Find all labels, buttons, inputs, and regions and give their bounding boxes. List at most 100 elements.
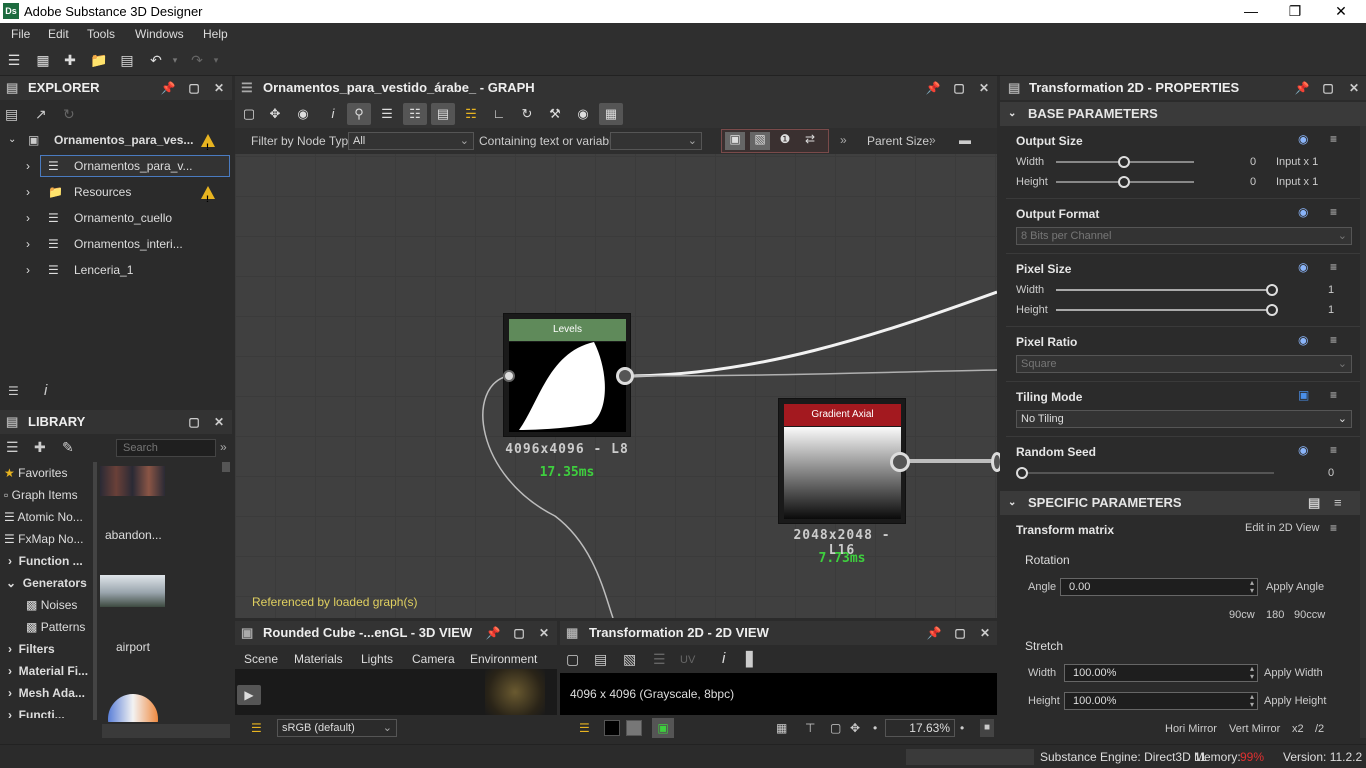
menu-tools[interactable]: Tools — [87, 27, 115, 41]
pixel-width-value[interactable]: 1 — [1328, 284, 1334, 296]
apply-angle-button[interactable]: Apply Angle — [1266, 581, 1324, 593]
open-folder-icon[interactable]: 📁 — [90, 52, 108, 68]
pin-icon[interactable]: 📌 — [160, 76, 176, 100]
float-icon[interactable]: ▢ — [186, 76, 202, 100]
info-icon[interactable]: i — [722, 650, 725, 667]
pencil-icon[interactable]: ✎ — [62, 439, 74, 456]
hori-mirror-button[interactable]: Hori Mirror — [1165, 723, 1217, 735]
minimize-button[interactable]: — — [1228, 1, 1274, 21]
gradient-output-port[interactable] — [890, 452, 910, 472]
new-graph-icon[interactable]: ☰ — [5, 52, 23, 68]
expose-icon[interactable]: ◉ — [1298, 260, 1308, 274]
expose-icon[interactable]: ◉ — [1298, 132, 1308, 146]
float-icon[interactable]: ▢ — [186, 410, 202, 434]
pixel-height-value[interactable]: 1 — [1328, 304, 1334, 316]
rotate-180-button[interactable]: 180 — [1266, 609, 1284, 621]
expose-icon[interactable]: ◉ — [1298, 205, 1308, 219]
tree-view-icon[interactable]: ☰ — [8, 384, 19, 398]
apply-height-button[interactable]: Apply Height — [1264, 695, 1326, 707]
view3d-viewport[interactable]: ▶ — [235, 669, 557, 715]
levels-output-port[interactable] — [616, 367, 634, 385]
output-height-value[interactable]: 0 — [1250, 176, 1256, 188]
thumb-hscrollbar[interactable] — [102, 724, 230, 738]
pin-icon[interactable]: 📌 — [1294, 76, 1310, 100]
node-levels[interactable]: Levels — [503, 313, 631, 437]
new-function-icon[interactable]: ▦ — [34, 52, 52, 68]
library-search-input[interactable] — [116, 439, 216, 457]
stretch-height-input[interactable]: 100.00% ▴ ▾ — [1064, 692, 1258, 710]
thumb-gradient-sphere[interactable] — [108, 694, 158, 722]
menu-windows[interactable]: Windows — [135, 27, 184, 41]
float-icon[interactable]: ▢ — [511, 621, 527, 645]
section-menu-icon[interactable]: ≡ — [1334, 491, 1342, 515]
tiling-icon[interactable]: ⊤ — [805, 721, 815, 735]
expose-icon[interactable]: ◉ — [1298, 333, 1308, 347]
fit-icon[interactable]: ▢ — [566, 651, 579, 668]
node-gradient-axial[interactable]: Gradient Axial — [778, 398, 906, 524]
category-patterns[interactable]: ▩ Patterns — [0, 616, 92, 638]
base-parameters-section[interactable]: ⌄ BASE PARAMETERS — [1000, 102, 1366, 126]
category-atomic[interactable]: ☰ Atomic No... — [0, 506, 92, 528]
colorspace-select[interactable]: sRGB (default) ⌄ — [277, 719, 397, 737]
redo-dropdown-icon[interactable]: ▾ — [207, 52, 225, 68]
random-seed-slider[interactable] — [1020, 472, 1274, 474]
thumb-airport-image[interactable] — [100, 575, 165, 607]
thumb-abandoned-image[interactable] — [100, 466, 165, 496]
close-icon[interactable]: ✕ — [211, 76, 227, 100]
category-filters[interactable]: › Filters — [0, 638, 92, 660]
tab-lights[interactable]: Lights — [361, 652, 393, 666]
zoom-field[interactable]: 17.63% — [885, 719, 955, 737]
tab-camera[interactable]: Camera — [412, 652, 455, 666]
layers-icon[interactable]: ☰ — [579, 721, 590, 735]
category-graph-items[interactable]: ▫ Graph Items — [0, 484, 92, 506]
output-format-select[interactable]: 8 Bits per Channel ⌄ — [1016, 227, 1352, 245]
tiling-expose-icon[interactable]: ▣ — [1298, 388, 1309, 402]
close-icon[interactable]: ✕ — [1346, 76, 1362, 100]
zoom-in-icon[interactable]: • — [960, 721, 964, 735]
close-window-button[interactable]: ✕ — [1318, 1, 1364, 21]
histogram-icon[interactable]: ▋ — [746, 651, 757, 668]
tree-root[interactable]: ⌄ ▣ Ornamentos_para_ves... — [0, 128, 232, 159]
param-menu-icon[interactable]: ≡ — [1330, 388, 1337, 402]
vert-mirror-button[interactable]: Vert Mirror — [1229, 723, 1280, 735]
param-menu-icon[interactable]: ≡ — [1330, 333, 1337, 347]
info-icon[interactable]: i — [44, 382, 47, 399]
param-menu-icon[interactable]: ≡ — [1330, 521, 1337, 535]
menu-file[interactable]: File — [11, 27, 30, 41]
add-folder-icon[interactable]: ☰ — [6, 439, 19, 456]
param-menu-icon[interactable]: ≡ — [1330, 132, 1337, 146]
param-menu-icon[interactable]: ≡ — [1330, 205, 1337, 219]
close-icon[interactable]: ✕ — [536, 621, 552, 645]
output-height-mode[interactable]: Input x 1 — [1276, 176, 1318, 188]
zoom-out-icon[interactable]: • — [873, 721, 877, 735]
node-icon[interactable]: ☰ — [653, 651, 666, 668]
pin-icon[interactable]: 📌 — [926, 621, 942, 645]
float-icon[interactable]: ▢ — [951, 76, 967, 100]
expand-icon[interactable]: » — [220, 440, 227, 454]
stretch-width-input[interactable]: 100.00% ▴ ▾ — [1064, 664, 1258, 682]
menu-help[interactable]: Help — [203, 27, 228, 41]
layers-icon[interactable]: ☰ — [251, 721, 262, 735]
black-bg-toggle[interactable] — [604, 720, 620, 736]
pixel-height-slider[interactable] — [1056, 309, 1274, 311]
undo-icon[interactable]: ↶ — [147, 52, 165, 68]
new-package-icon[interactable]: ✚ — [61, 52, 79, 68]
pixel-width-knob[interactable] — [1266, 284, 1278, 296]
pin-icon[interactable]: 📌 — [485, 621, 501, 645]
menu-edit[interactable]: Edit — [48, 27, 69, 41]
scale-x2-button[interactable]: x2 — [1292, 723, 1304, 735]
category-fxmap[interactable]: ☰ FxMap No... — [0, 528, 92, 550]
pin-icon[interactable]: 📌 — [925, 76, 941, 100]
tree-item-lenceria[interactable]: › ☰ Lenceria_1 — [0, 258, 232, 282]
copy-icon[interactable]: ▧ — [623, 651, 636, 668]
redo-icon[interactable]: ↷ — [188, 52, 206, 68]
properties-scrollbar[interactable] — [1360, 126, 1366, 738]
output-height-knob[interactable] — [1118, 176, 1130, 188]
save-image-icon[interactable]: ▤ — [594, 651, 607, 668]
tree-item-resources[interactable]: › 📁 Resources — [0, 180, 232, 211]
crop-icon[interactable]: ▢ — [830, 721, 841, 735]
save-icon[interactable]: ▤ — [5, 106, 18, 123]
random-seed-knob[interactable] — [1016, 467, 1028, 479]
angle-input[interactable]: 0.00 ▴ ▾ — [1060, 578, 1258, 596]
specific-parameters-section[interactable]: ⌄ SPECIFIC PARAMETERS ▤ ≡ — [1000, 491, 1366, 515]
